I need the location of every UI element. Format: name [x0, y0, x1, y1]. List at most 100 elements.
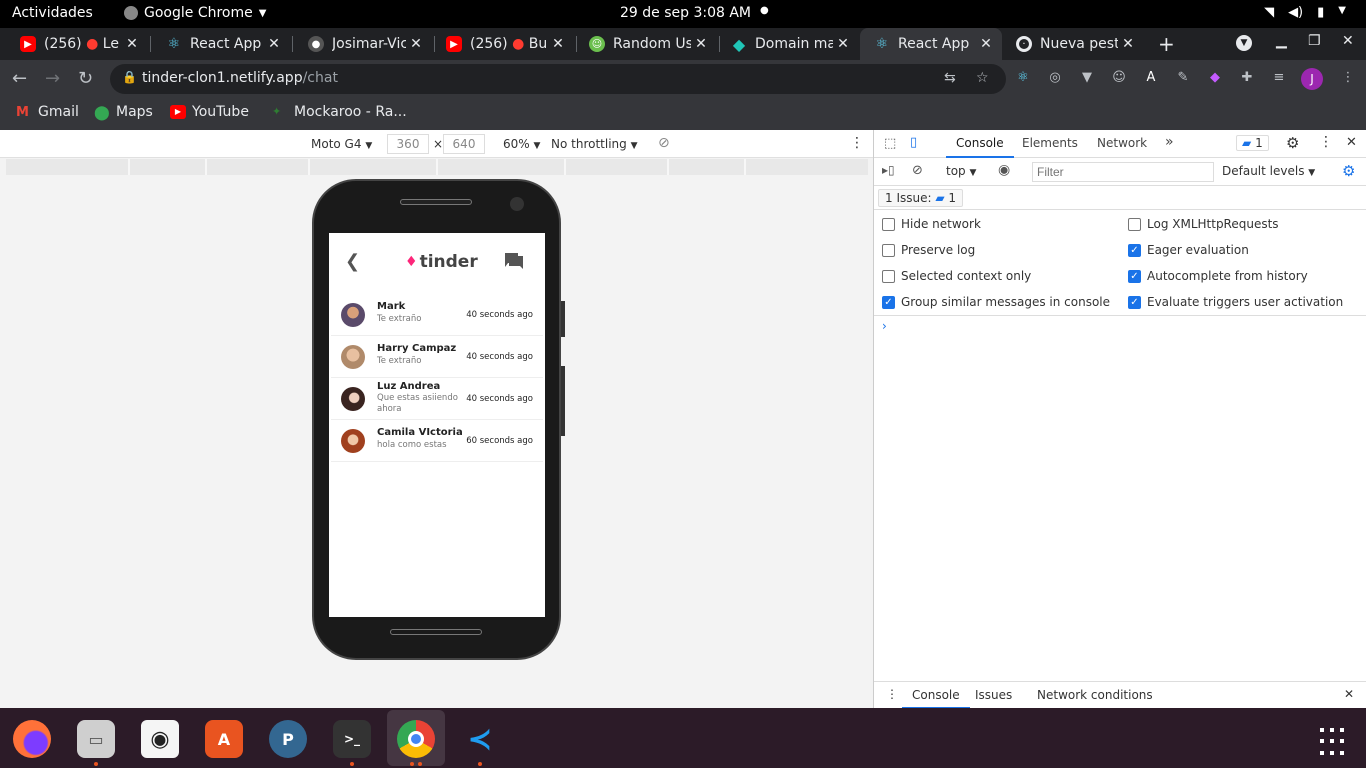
- drawer-tab-issues[interactable]: Issues: [975, 688, 1012, 702]
- terminal-icon[interactable]: >_: [333, 720, 371, 758]
- option-evaluate-triggers[interactable]: ✓ Evaluate triggers user activation: [1128, 295, 1343, 309]
- checkbox-checked[interactable]: ✓: [1128, 269, 1141, 283]
- firefox-icon[interactable]: [13, 720, 51, 758]
- throttling-select[interactable]: No throttling ▼: [551, 137, 638, 151]
- reload-icon[interactable]: ↻: [78, 68, 93, 89]
- checkbox-checked[interactable]: ✓: [1128, 295, 1141, 309]
- bookmark-maps[interactable]: ⬤ Maps: [94, 104, 153, 121]
- browser-tab-active[interactable]: ⚛ React App ✕: [860, 28, 1002, 60]
- close-icon[interactable]: ✕: [691, 36, 711, 52]
- address-bar[interactable]: 🔒 tinder-clon1.netlify.app/chat ⇆ ☆: [110, 64, 1006, 94]
- close-window-icon[interactable]: ✕: [1342, 33, 1354, 49]
- tab-console[interactable]: Console: [946, 136, 1014, 158]
- bookmark-mockaroo[interactable]: ✦ Mockaroo - Ra...: [272, 104, 407, 120]
- extension-face-icon[interactable]: ☺: [1111, 70, 1127, 86]
- url-text[interactable]: tinder-clon1.netlify.app/chat: [142, 70, 338, 86]
- browser-tab[interactable]: · Nueva pest ✕: [1002, 28, 1144, 60]
- more-tabs-button[interactable]: »: [1165, 134, 1174, 150]
- checkbox[interactable]: [882, 243, 895, 257]
- clock[interactable]: 29 de sep 3:08 AM: [620, 5, 751, 21]
- option-hide-network[interactable]: Hide network: [882, 217, 981, 231]
- issues-badge[interactable]: ▰ 1: [1236, 135, 1269, 151]
- browser-tab[interactable]: ⚛ React App ✕: [152, 28, 290, 60]
- more-options-icon[interactable]: ⋮: [850, 135, 864, 151]
- device-select[interactable]: Moto G4 ▼: [311, 137, 372, 151]
- media-query-ruler[interactable]: [6, 159, 868, 175]
- context-select[interactable]: top ▼: [946, 164, 976, 178]
- tinder-logo[interactable]: ♦ tinder: [405, 252, 478, 272]
- lock-icon[interactable]: 🔒: [122, 70, 137, 84]
- rotate-icon[interactable]: ⊘: [658, 135, 670, 151]
- browser-tab[interactable]: ● Josimar-Vic ✕: [294, 28, 432, 60]
- width-input[interactable]: 360: [387, 134, 429, 154]
- new-tab-button[interactable]: +: [1158, 32, 1175, 56]
- activities-button[interactable]: Actividades: [12, 5, 93, 21]
- inspect-element-icon[interactable]: ⬚: [884, 136, 896, 151]
- chrome-icon[interactable]: [397, 720, 435, 758]
- browser-tab[interactable]: ☺ Random Us ✕: [575, 28, 717, 60]
- vscode-icon[interactable]: ≺: [461, 720, 499, 758]
- zoom-select[interactable]: 60% ▼: [503, 137, 540, 151]
- bookmark-youtube[interactable]: ▶ YouTube: [170, 104, 249, 120]
- settings-gear-icon[interactable]: ⚙: [1286, 134, 1299, 152]
- back-arrow-icon[interactable]: ❮: [345, 251, 360, 272]
- rhythmbox-icon[interactable]: ◉: [141, 720, 179, 758]
- close-drawer-icon[interactable]: ✕: [1344, 687, 1354, 701]
- close-icon[interactable]: ✕: [1118, 36, 1138, 52]
- tab-network[interactable]: Network: [1097, 136, 1147, 150]
- height-input[interactable]: 640: [443, 134, 485, 154]
- checkbox[interactable]: [1128, 217, 1141, 231]
- app-menu[interactable]: Google Chrome ▼: [124, 5, 266, 21]
- option-group-similar[interactable]: ✓ Group similar messages in console: [882, 295, 1110, 309]
- checkbox[interactable]: [882, 269, 895, 283]
- react-devtools-icon[interactable]: ⚛: [1015, 70, 1031, 86]
- checkbox-checked[interactable]: ✓: [882, 295, 895, 309]
- translate-icon[interactable]: ⇆: [944, 70, 956, 86]
- vue-devtools-icon[interactable]: ▼: [1079, 70, 1095, 86]
- software-icon[interactable]: A: [205, 720, 243, 758]
- option-selected-context[interactable]: Selected context only: [882, 269, 1031, 283]
- close-icon[interactable]: ✕: [976, 36, 996, 52]
- issues-button[interactable]: 1 Issue: ▰ 1: [878, 189, 964, 207]
- clear-console-icon[interactable]: ⊘: [912, 163, 923, 178]
- chat-row[interactable]: Harry Campaz Te extraño 40 seconds ago: [331, 336, 543, 378]
- bookmark-gmail[interactable]: M Gmail: [16, 104, 79, 120]
- device-toggle-icon[interactable]: ▯: [910, 135, 917, 150]
- drawer-menu-icon[interactable]: ⋮: [886, 687, 898, 701]
- log-levels-select[interactable]: Default levels ▼: [1222, 164, 1315, 178]
- close-devtools-icon[interactable]: ✕: [1346, 135, 1357, 150]
- devtools-menu-icon[interactable]: ⋮: [1319, 134, 1333, 150]
- chat-row[interactable]: Luz Andrea Que estas asiiendo ahora 40 s…: [331, 378, 543, 420]
- option-eager-evaluation[interactable]: ✓ Eager evaluation: [1128, 243, 1249, 257]
- chat-row[interactable]: Mark Te extraño 40 seconds ago: [331, 294, 543, 336]
- close-icon[interactable]: ✕: [833, 36, 853, 52]
- extension-circle-icon[interactable]: ◎: [1047, 70, 1063, 86]
- option-log-xhr[interactable]: Log XMLHttpRequests: [1128, 217, 1279, 231]
- extension-gradient-icon[interactable]: ◆: [1207, 70, 1223, 86]
- maximize-icon[interactable]: ❐: [1308, 33, 1321, 49]
- browser-tab[interactable]: ▶ (256) ● Le ✕: [6, 28, 148, 60]
- checkbox-checked[interactable]: ✓: [1128, 243, 1141, 257]
- drawer-tab-console[interactable]: Console: [902, 688, 970, 709]
- chat-icon[interactable]: [505, 253, 523, 269]
- drawer-tab-network-conditions[interactable]: Network conditions: [1037, 688, 1153, 702]
- eyedropper-icon[interactable]: ✎: [1175, 70, 1191, 86]
- bookmark-star-icon[interactable]: ☆: [976, 70, 989, 86]
- option-autocomplete-history[interactable]: ✓ Autocomplete from history: [1128, 269, 1308, 283]
- browser-tab[interactable]: ▶ (256) ● Bu ✕: [432, 28, 574, 60]
- close-icon[interactable]: ✕: [122, 36, 142, 52]
- live-expression-eye-icon[interactable]: ◉: [998, 162, 1010, 178]
- option-preserve-log[interactable]: Preserve log: [882, 243, 975, 257]
- extensions-puzzle-icon[interactable]: ✚: [1239, 70, 1255, 86]
- console-settings-icon[interactable]: ⚙: [1342, 162, 1355, 180]
- files-icon[interactable]: ▭: [77, 720, 115, 758]
- sidebar-toggle-icon[interactable]: ▸▯: [882, 163, 895, 177]
- extension-a-icon[interactable]: A: [1143, 70, 1159, 86]
- pgadmin-icon[interactable]: P: [269, 720, 307, 758]
- profile-avatar[interactable]: J: [1301, 68, 1323, 90]
- chat-row[interactable]: Camila VIctoria hola como estas 60 secon…: [331, 420, 543, 462]
- filter-input[interactable]: [1032, 162, 1214, 182]
- browser-tab[interactable]: ◆ Domain ma ✕: [717, 28, 859, 60]
- tab-elements[interactable]: Elements: [1022, 136, 1078, 150]
- checkbox[interactable]: [882, 217, 895, 231]
